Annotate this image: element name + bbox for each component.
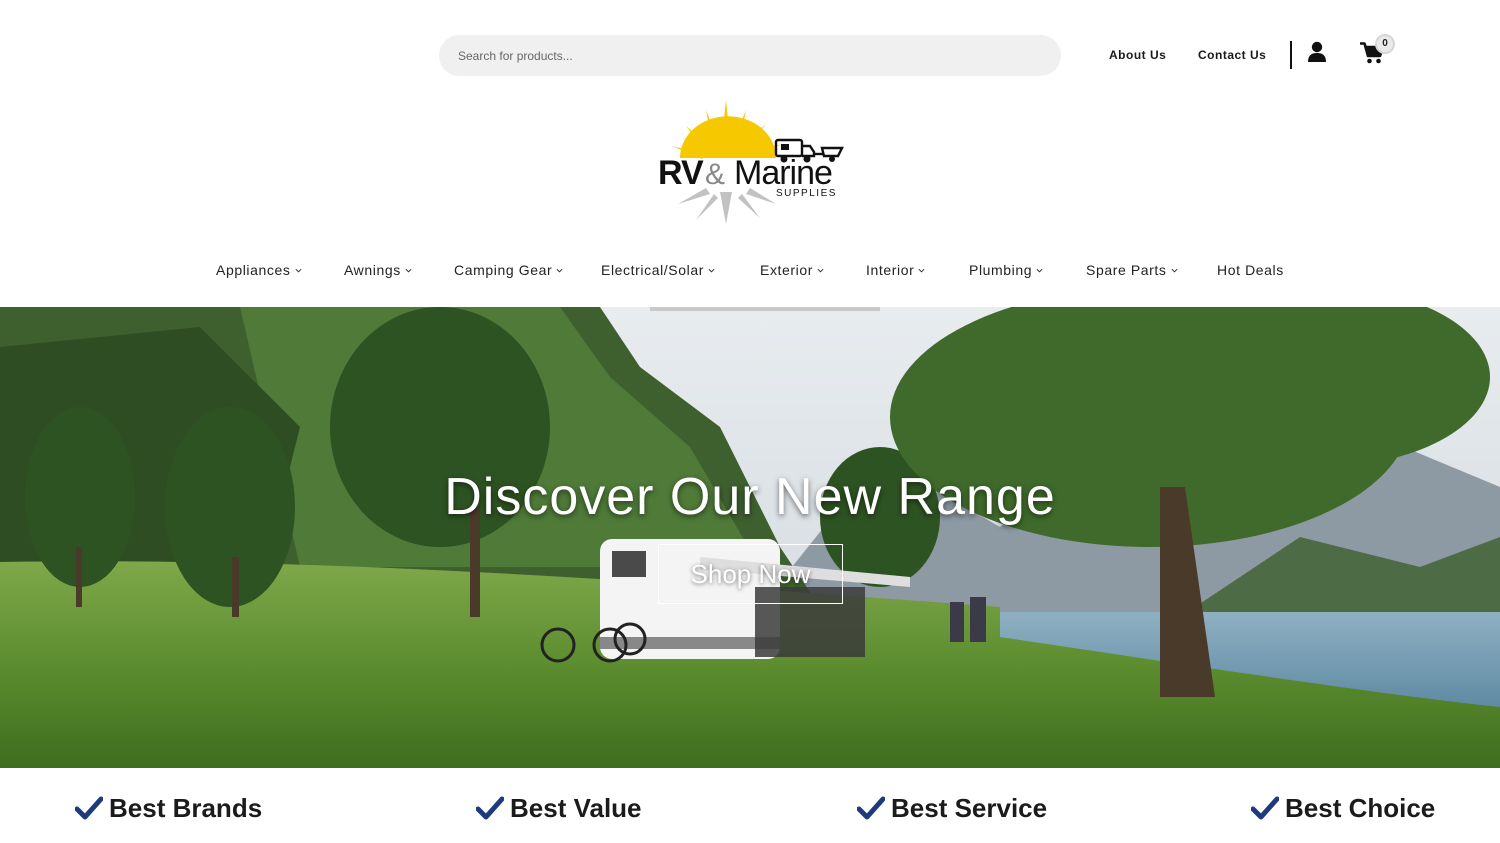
checkmark-icon [476,796,504,820]
hero-title: Discover Our New Range [444,468,1056,526]
hero-slider-indicator [650,307,880,311]
hero-banner: Discover Our New Range Shop Now [0,307,1500,768]
nav-item-label: Interior [866,262,915,278]
benefit-label: Best Value [510,792,642,823]
nav-item-label: Exterior [760,262,814,278]
nav-item-label: Camping Gear [454,262,553,278]
header-divider [1290,41,1292,69]
svg-text:&: & [705,158,725,191]
nav-item-plumbing[interactable]: Plumbing [969,262,1043,278]
checkmark-icon [857,796,885,820]
chevron-down-icon [556,268,563,273]
chevron-down-icon [817,268,824,273]
nav-item-label: Spare Parts [1086,262,1167,278]
nav-item-spare-parts[interactable]: Spare Parts [1086,262,1178,278]
svg-text:RV: RV [658,154,704,192]
user-icon[interactable] [1307,41,1327,63]
cart-button[interactable]: 0 [1358,34,1398,68]
about-us-link[interactable]: About Us [1109,48,1166,62]
main-nav: Appliances Awnings Camping Gear Electric… [0,262,1500,288]
benefit-best-brands: Best Brands [75,790,262,826]
nav-item-awnings[interactable]: Awnings [344,262,412,278]
nav-item-interior[interactable]: Interior [866,262,925,278]
benefit-best-choice: Best Choice [1251,790,1435,826]
nav-item-label: Hot Deals [1217,262,1284,278]
hero-background-image [0,307,1500,768]
search-input[interactable] [439,35,1061,76]
nav-item-camping-gear[interactable]: Camping Gear [454,262,563,278]
nav-item-label: Appliances [216,262,291,278]
shop-now-button[interactable]: Shop Now [658,544,843,604]
nav-item-hot-deals[interactable]: Hot Deals [1217,262,1284,278]
nav-item-exterior[interactable]: Exterior [760,262,824,278]
benefit-best-service: Best Service [857,790,1047,826]
chevron-down-icon [1171,268,1178,273]
nav-item-label: Electrical/Solar [601,262,704,278]
chevron-down-icon [405,268,412,273]
nav-item-label: Awnings [344,262,401,278]
svg-text:SUPPLIES: SUPPLIES [776,188,837,199]
checkmark-icon [75,796,103,820]
benefit-best-value: Best Value [476,790,642,826]
site-logo[interactable]: RV & Marine SUPPLIES [656,96,848,228]
benefit-label: Best Service [891,792,1048,823]
contact-us-link[interactable]: Contact Us [1198,48,1266,62]
benefit-label: Best Choice [1285,792,1436,823]
chevron-down-icon [708,268,715,273]
chevron-down-icon [1036,268,1043,273]
benefit-label: Best Brands [109,792,263,823]
nav-item-appliances[interactable]: Appliances [216,262,302,278]
nav-item-label: Plumbing [969,262,1033,278]
chevron-down-icon [918,268,925,273]
svg-text:Marine: Marine [734,154,832,192]
cart-count-badge: 0 [1375,34,1395,54]
checkmark-icon [1251,796,1279,820]
chevron-down-icon [295,268,301,273]
nav-item-electrical-solar[interactable]: Electrical/Solar [601,262,715,278]
